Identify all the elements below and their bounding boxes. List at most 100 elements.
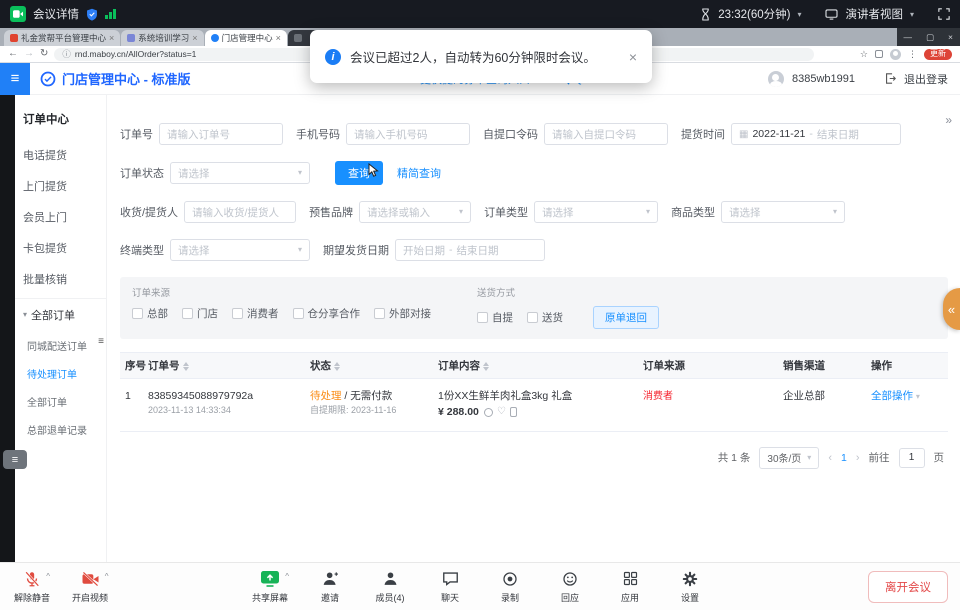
presale-brand-select[interactable]: 请选择或输入 ▾ xyxy=(359,201,471,223)
receiver-input[interactable]: 请输入收货/提货人 xyxy=(184,201,296,223)
prev-page-icon[interactable]: ‹ xyxy=(828,452,832,464)
simple-search-link[interactable]: 精简查询 xyxy=(397,165,441,181)
chrome-update-button[interactable]: 更新 xyxy=(924,49,952,60)
terminal-type-select[interactable]: 请选择 ▾ xyxy=(170,239,310,261)
sort-icon[interactable] xyxy=(334,362,340,371)
window-minimize-button[interactable]: — xyxy=(897,32,920,42)
meeting-toast: i 会议已超过2人，自动转为60分钟限时会议。 × xyxy=(310,30,652,83)
sidebar-item-label: 同城配送订单 xyxy=(27,342,87,353)
checkbox-hq[interactable]: 总部 xyxy=(132,306,168,321)
sidebar-item-door-pickup[interactable]: 上门提货 xyxy=(15,170,106,201)
record-button[interactable]: 录制 xyxy=(484,570,536,604)
start-video-button[interactable]: ^ 开启视频 xyxy=(64,570,116,604)
sort-icon[interactable] xyxy=(183,362,189,371)
meeting-timer[interactable]: 23:32(60分钟) xyxy=(718,6,790,22)
checkbox-store[interactable]: 门店 xyxy=(182,306,218,321)
checkbox-warehouse-coop[interactable]: 仓分享合作 xyxy=(293,306,361,321)
sidebar-item-card-pickup[interactable]: 卡包提货 xyxy=(15,232,106,263)
fullscreen-icon[interactable] xyxy=(938,8,950,20)
phone-input[interactable]: 请输入手机号码 xyxy=(346,123,470,145)
checkbox-self-pickup[interactable]: 自提 xyxy=(477,310,513,325)
sidebar-item-phone-pickup[interactable]: 电话提货 xyxy=(15,139,106,170)
placeholder: 请输入自提口令码 xyxy=(552,127,636,142)
leave-meeting-button[interactable]: 离开会议 xyxy=(868,571,948,603)
unmute-button[interactable]: ^ 解除静音 xyxy=(6,570,58,604)
sidebar-collapse-icon[interactable]: ≡ xyxy=(98,336,104,347)
pickup-code-input[interactable]: 请输入自提口令码 xyxy=(544,123,668,145)
forward-icon[interactable]: → xyxy=(24,49,34,59)
expand-right-icon[interactable]: » xyxy=(945,113,952,127)
share-screen-button[interactable]: ^ 共享屏幕 xyxy=(244,570,296,604)
camera-options-caret[interactable]: ^ xyxy=(105,572,109,581)
window-close-button[interactable]: × xyxy=(941,32,960,42)
timer-caret-icon[interactable]: ▾ xyxy=(797,10,801,19)
browser-profile-avatar[interactable] xyxy=(890,49,901,60)
back-icon[interactable]: ← xyxy=(8,49,18,59)
browser-tab[interactable]: 系统培训学习 × xyxy=(121,30,203,46)
sidebar-item-city-delivery[interactable]: 同城配送订单 ≡ xyxy=(15,331,106,359)
page-size-select[interactable]: 30条/页 ▾ xyxy=(759,447,819,469)
page-unit-label: 页 xyxy=(934,450,945,465)
ship-date-range-input[interactable]: 开始日期 - 结束日期 xyxy=(395,239,545,261)
share-options-caret[interactable]: ^ xyxy=(285,572,289,581)
mic-options-caret[interactable]: ^ xyxy=(46,572,50,581)
reactions-button[interactable]: 回应 xyxy=(544,570,596,604)
col-content[interactable]: 订单内容 xyxy=(438,358,643,373)
meeting-details-button[interactable]: 会议详情 xyxy=(33,6,79,22)
logout-button[interactable]: 退出登录 xyxy=(904,71,948,87)
tab-close-icon[interactable]: × xyxy=(276,34,281,43)
browser-tab[interactable]: 礼金赏帮平台管理中心 × xyxy=(4,30,120,46)
placeholder: 请选择 xyxy=(729,205,761,220)
sidebar-item-hq-refunds[interactable]: 总部退单记录 xyxy=(15,415,106,443)
hamburger-icon: ≡ xyxy=(11,70,20,87)
pickup-time-range-input[interactable]: ▦ 2022-11-21 - 结束日期 xyxy=(731,123,901,145)
checkbox-label: 自提 xyxy=(492,310,513,325)
browser-menu-icon[interactable]: ⋮ xyxy=(908,49,917,60)
tab-close-icon[interactable]: × xyxy=(192,34,197,43)
sidebar-item-pending-orders[interactable]: 待处理订单 xyxy=(15,359,106,387)
sidebar-item-all-orders[interactable]: 全部订单 xyxy=(15,387,106,415)
window-maximize-button[interactable]: ▢ xyxy=(919,32,941,43)
col-order-no[interactable]: 订单号 xyxy=(148,358,310,373)
settings-button[interactable]: 设置 xyxy=(664,570,716,604)
order-content: 1份XX生鲜羊肉礼盒3kg 礼盒 xyxy=(438,388,643,404)
tool-label: 邀请 xyxy=(321,591,339,604)
apps-button[interactable]: 应用 xyxy=(604,570,656,604)
site-info-icon[interactable]: ⓘ xyxy=(62,48,71,60)
tab-close-icon[interactable]: × xyxy=(109,34,114,43)
members-button[interactable]: 成员(4) xyxy=(364,570,416,604)
checkbox-consumer[interactable]: 消费者 xyxy=(232,306,279,321)
extensions-icon[interactable] xyxy=(875,50,883,58)
next-page-icon[interactable]: › xyxy=(856,452,860,464)
original-order-return-button[interactable]: 原单退回 xyxy=(593,306,659,329)
reload-icon[interactable]: ↻ xyxy=(40,49,48,59)
sort-icon[interactable] xyxy=(483,362,489,371)
all-actions-link[interactable]: 全部操作 xyxy=(871,390,913,402)
browser-tab-active[interactable]: 门店管理中心 × xyxy=(205,30,287,46)
goods-type-select[interactable]: 请选择 ▾ xyxy=(721,201,845,223)
sidebar-item-batch-verify[interactable]: 批量核销 xyxy=(15,263,106,294)
current-page[interactable]: 1 xyxy=(841,452,847,464)
sidebar-item-member-visit[interactable]: 会员上门 xyxy=(15,201,106,232)
order-type-select[interactable]: 请选择 ▾ xyxy=(534,201,658,223)
chevron-down-icon[interactable]: ▾ xyxy=(916,392,920,401)
order-no-input[interactable]: 请输入订单号 xyxy=(159,123,283,145)
device-icon xyxy=(510,407,517,417)
user-avatar[interactable] xyxy=(768,71,784,87)
goto-page-input[interactable]: 1 xyxy=(899,448,925,468)
annotation-list-icon[interactable]: ≡ xyxy=(3,450,27,469)
sidebar-group-all-orders[interactable]: ▾ 全部订单 xyxy=(15,298,106,331)
order-status-select[interactable]: 请选择 ▾ xyxy=(170,162,310,184)
bookmark-star-icon[interactable]: ☆ xyxy=(860,49,868,60)
col-status[interactable]: 状态 xyxy=(310,358,438,373)
view-mode-button[interactable]: 演讲者视图 xyxy=(845,6,903,22)
chat-button[interactable]: 聊天 xyxy=(424,570,476,604)
toast-close-icon[interactable]: × xyxy=(629,50,637,64)
checkbox-delivery[interactable]: 送货 xyxy=(527,310,563,325)
view-caret-icon[interactable]: ▾ xyxy=(910,10,914,19)
tab-label: 门店管理中心 xyxy=(222,32,273,44)
checkbox-external[interactable]: 外部对接 xyxy=(374,306,431,321)
sidebar-toggle-button[interactable]: ≡ xyxy=(0,63,30,95)
invite-button[interactable]: 邀请 xyxy=(304,570,356,604)
timer-icon xyxy=(700,8,711,21)
